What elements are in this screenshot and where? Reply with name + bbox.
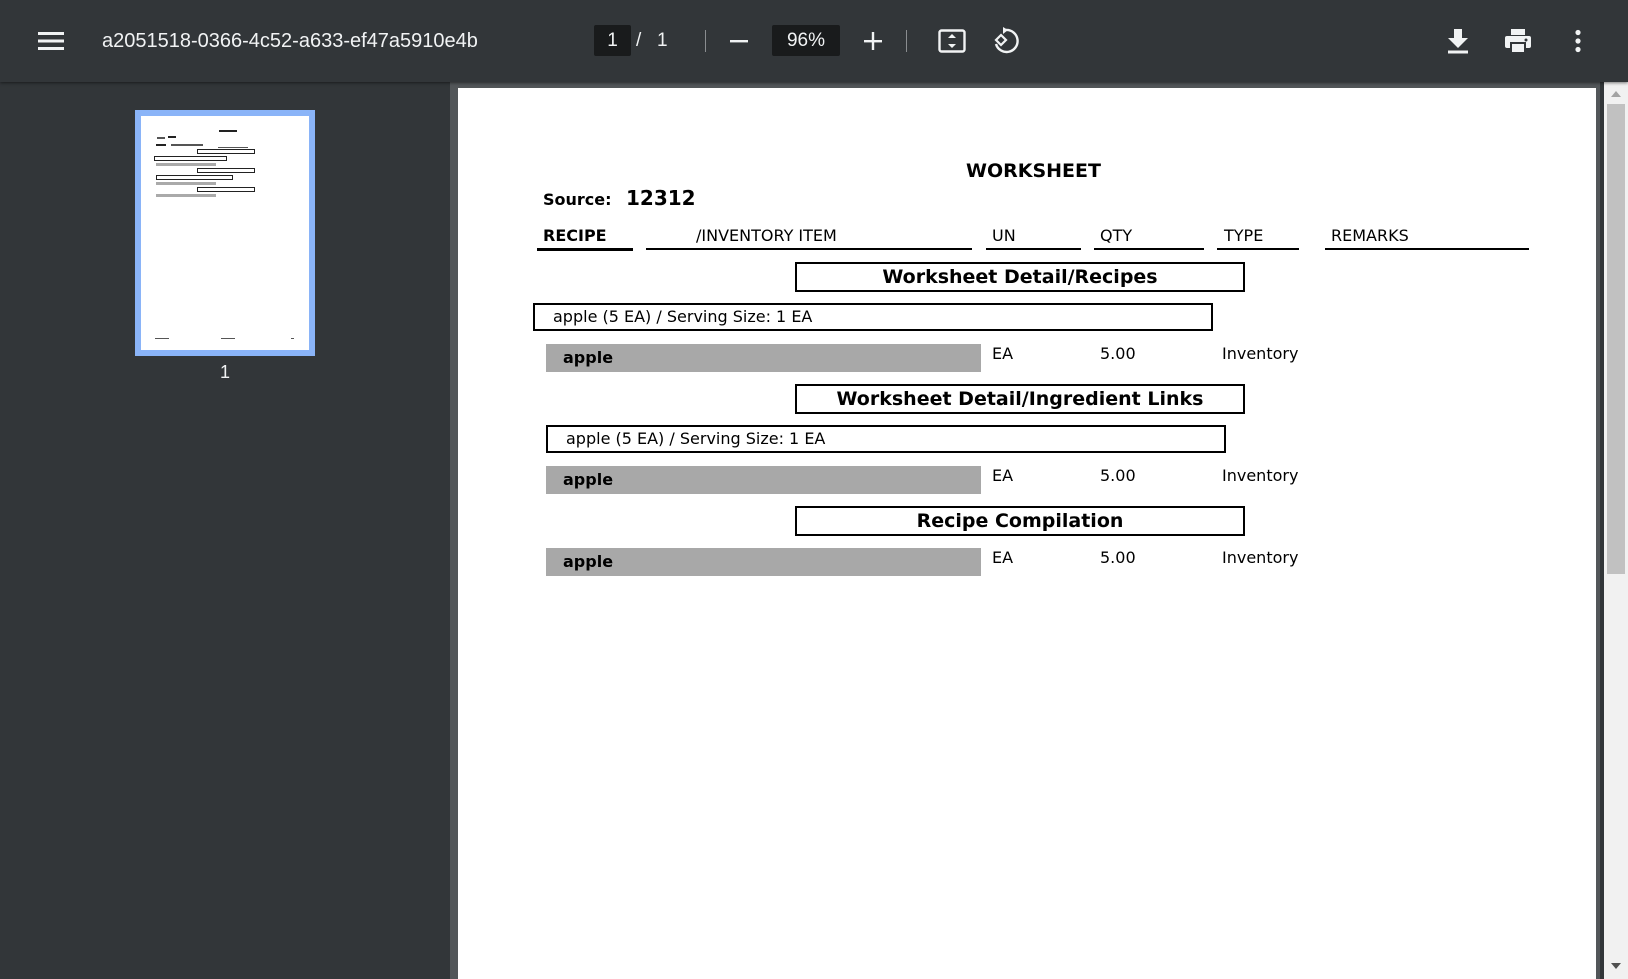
menu-icon[interactable] — [31, 21, 71, 61]
recipe-line: apple (5 EA) / Serving Size: 1 EA — [546, 425, 1226, 453]
recipe-line: apple (5 EA) / Serving Size: 1 EA — [533, 303, 1213, 331]
print-icon[interactable] — [1498, 21, 1538, 61]
column-underline — [537, 248, 633, 251]
plus-icon[interactable] — [853, 21, 893, 61]
column-underline — [1325, 248, 1529, 250]
item-un: EA — [992, 466, 1014, 485]
item-name-row: apple — [546, 548, 981, 576]
pdf-page: WORKSHEET Source: 12312 RECIPE /INVENTOR… — [458, 88, 1596, 979]
item-un: EA — [992, 344, 1014, 363]
item-type: Inventory — [1222, 548, 1299, 567]
column-header-inventory-item: /INVENTORY ITEM — [696, 226, 837, 245]
minus-icon[interactable] — [719, 21, 759, 61]
column-header-remarks: REMARKS — [1331, 226, 1409, 245]
pdf-toolbar: a2051518-0366-4c52-a633-ef47a5910e4b 1 /… — [0, 0, 1628, 82]
scroll-down-arrow-icon[interactable] — [1607, 958, 1625, 974]
item-qty: 5.00 — [1100, 548, 1136, 567]
item-type: Inventory — [1222, 466, 1299, 485]
worksheet-title: WORKSHEET — [966, 160, 1101, 182]
scrollbar-thumb[interactable] — [1607, 104, 1625, 574]
column-underline — [1094, 248, 1204, 250]
column-underline — [986, 248, 1081, 250]
more-vert-icon[interactable] — [1558, 21, 1598, 61]
download-icon[interactable] — [1438, 21, 1478, 61]
scroll-up-arrow-icon[interactable] — [1607, 86, 1625, 102]
item-type: Inventory — [1222, 344, 1299, 363]
column-header-recipe: RECIPE — [543, 226, 607, 245]
fit-page-icon[interactable] — [932, 21, 972, 61]
document-title: a2051518-0366-4c52-a633-ef47a5910e4b — [102, 30, 478, 52]
section-heading-ingredient-links: Worksheet Detail/Ingredient Links — [795, 384, 1245, 414]
column-underline — [1217, 248, 1299, 250]
item-name-row: apple — [546, 344, 981, 372]
column-underline — [646, 248, 972, 250]
item-qty: 5.00 — [1100, 344, 1136, 363]
column-header-un: UN — [992, 226, 1016, 245]
page-total: 1 — [657, 30, 668, 51]
rotate-icon[interactable] — [986, 21, 1026, 61]
page-separator: / — [636, 30, 642, 51]
page-number-input[interactable]: 1 — [594, 25, 631, 56]
column-header-type: TYPE — [1224, 226, 1264, 245]
item-qty: 5.00 — [1100, 466, 1136, 485]
column-header-qty: QTY — [1100, 226, 1133, 245]
toolbar-divider — [705, 30, 706, 52]
zoom-input[interactable]: 96% — [772, 25, 840, 56]
thumbnail-sidebar: 1 — [0, 82, 450, 979]
source-label: Source: — [543, 190, 612, 209]
source-value: 12312 — [626, 186, 696, 210]
thumbnail-page-number: 1 — [219, 362, 230, 382]
item-name-row: apple — [546, 466, 981, 494]
section-heading-recipe-compilation: Recipe Compilation — [795, 506, 1245, 536]
toolbar-divider — [906, 30, 907, 52]
page-thumbnail[interactable] — [135, 110, 315, 356]
item-un: EA — [992, 548, 1014, 567]
document-viewer: WORKSHEET Source: 12312 RECIPE /INVENTOR… — [450, 82, 1600, 979]
section-heading-recipes: Worksheet Detail/Recipes — [795, 262, 1245, 292]
